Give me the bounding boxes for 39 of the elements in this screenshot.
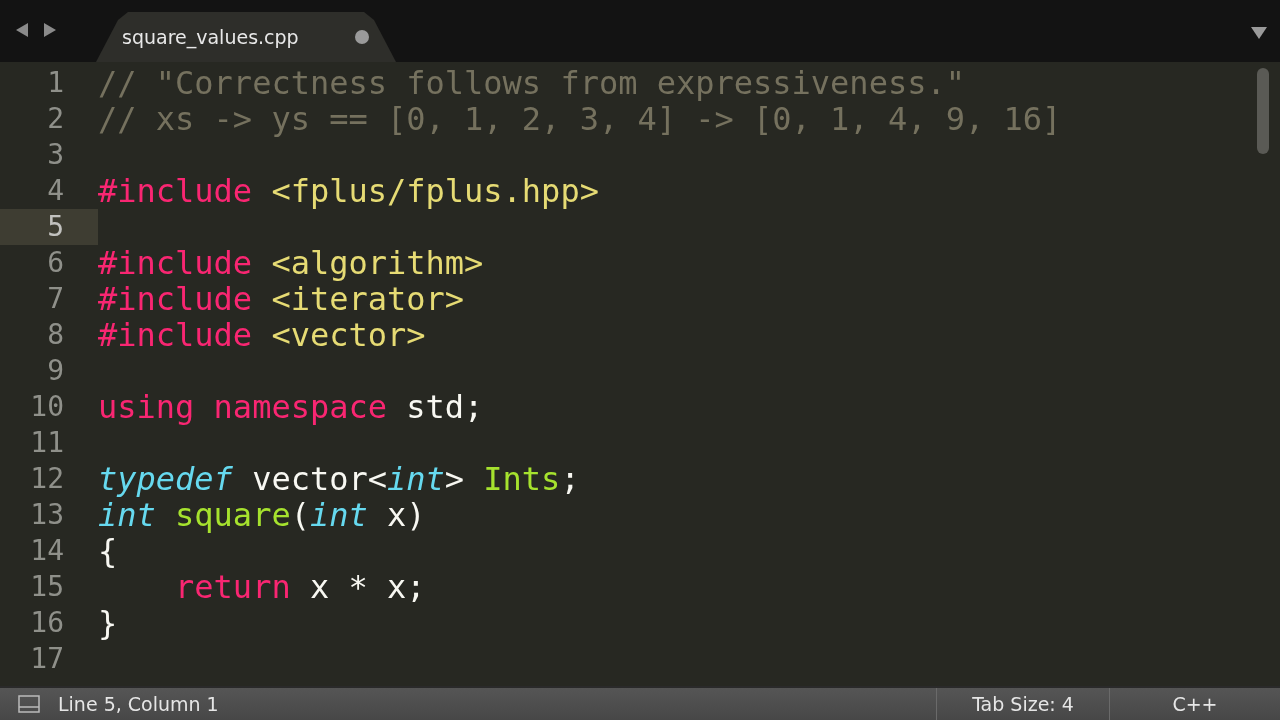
line-number: 11 (29, 425, 65, 461)
code-line: // "Correctness follows from expressiveness." (98, 65, 965, 101)
line-number: 8 (46, 317, 65, 353)
forward-arrow-icon[interactable] (42, 22, 58, 38)
code-line: using namespace std; (98, 389, 484, 425)
line-number: 3 (46, 137, 65, 173)
line-number: 17 (29, 641, 65, 677)
cursor-position: Line 5, Column 1 (58, 693, 219, 715)
file-tab[interactable]: square_values.cpp (96, 12, 396, 62)
line-number: 16 (29, 605, 65, 641)
code-line: #include <iterator> (98, 281, 465, 317)
code-line: return x * x; (174, 569, 426, 605)
line-number: 14 (29, 533, 65, 569)
line-number: 12 (29, 461, 65, 497)
code-line: } (98, 605, 118, 641)
line-number: 10 (29, 389, 65, 425)
dropdown-triangle-icon[interactable] (1250, 26, 1268, 40)
line-number: 1 (46, 65, 65, 101)
tab-size-setting[interactable]: Tab Size: 4 (936, 688, 1109, 720)
line-number: 13 (29, 497, 65, 533)
code-line: { (98, 533, 118, 569)
line-number: 7 (46, 281, 65, 317)
line-number: 9 (46, 353, 65, 389)
panel-icon[interactable] (18, 695, 40, 713)
code-line: #include <vector> (98, 317, 426, 353)
line-number: 5 (0, 209, 98, 245)
unsaved-dot-icon[interactable] (354, 30, 369, 44)
code-line: #include <algorithm> (98, 245, 484, 281)
back-arrow-icon[interactable] (14, 22, 30, 38)
line-number: 4 (46, 173, 65, 209)
line-number: 15 (29, 569, 65, 605)
code-line: typedef vector<int> Ints; (98, 461, 580, 497)
line-number: 2 (46, 101, 65, 137)
code-line: #include <fplus/fplus.hpp> (98, 173, 599, 209)
line-number: 6 (46, 245, 65, 281)
syntax-setting[interactable]: C++ (1109, 688, 1280, 720)
code-line: int square(int x) (98, 497, 426, 533)
code-line: // xs -> ys == [0, 1, 2, 3, 4] -> [0, 1, 4, 9, 16] (98, 101, 1062, 137)
scrollbar-thumb[interactable] (1257, 68, 1269, 154)
